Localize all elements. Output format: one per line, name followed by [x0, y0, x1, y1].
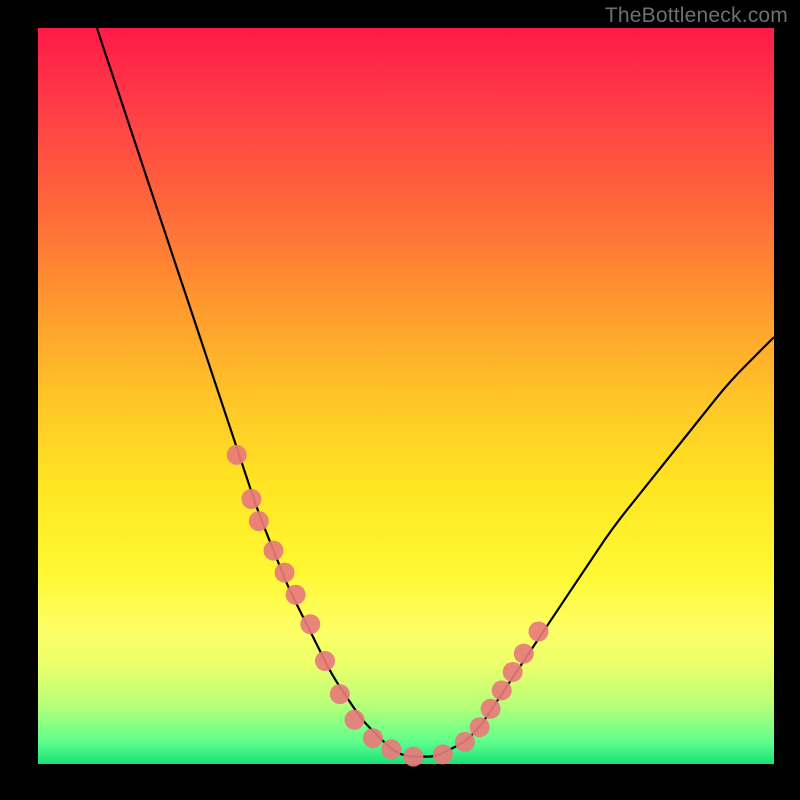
chart-marker [433, 744, 453, 764]
chart-marker [381, 739, 401, 759]
chart-marker [227, 445, 247, 465]
chart-marker [249, 511, 269, 531]
chart-marker [241, 489, 261, 509]
chart-marker [286, 585, 306, 605]
chart-marker [514, 644, 534, 664]
chart-marker [455, 732, 475, 752]
bottleneck-curve [97, 28, 774, 757]
chart-marker [315, 651, 335, 671]
chart-markers [227, 445, 549, 767]
chart-marker [345, 710, 365, 730]
chart-marker [492, 680, 512, 700]
chart-marker [470, 717, 490, 737]
chart-marker [275, 563, 295, 583]
chart-marker [264, 541, 284, 561]
chart-marker [363, 728, 383, 748]
chart-marker [481, 699, 501, 719]
chart-marker [403, 747, 423, 767]
chart-stage: TheBottleneck.com [0, 0, 800, 800]
chart-marker [529, 622, 549, 642]
chart-svg [38, 28, 774, 764]
watermark-text: TheBottleneck.com [605, 4, 788, 28]
chart-marker [330, 684, 350, 704]
plot-area [38, 28, 774, 764]
chart-marker [300, 614, 320, 634]
chart-marker [503, 662, 523, 682]
